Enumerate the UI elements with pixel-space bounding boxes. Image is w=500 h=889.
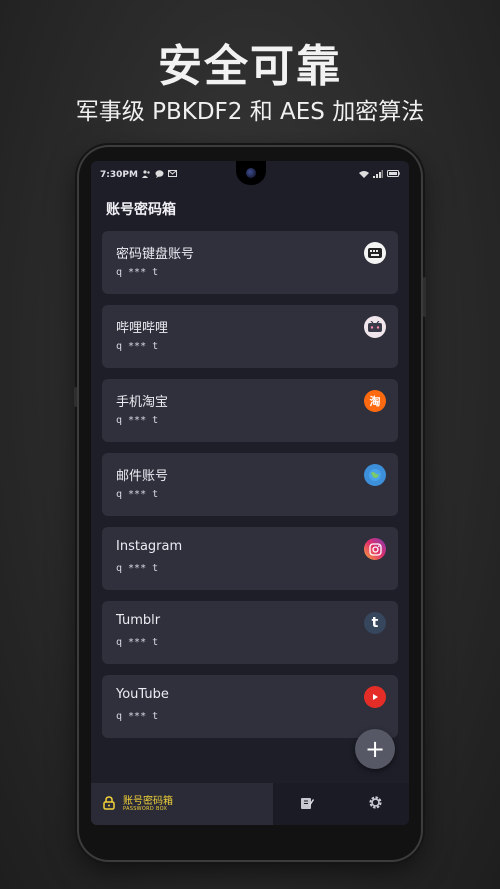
wifi-icon [359,170,369,181]
account-password: q *** t [116,267,159,278]
status-time: 7:30PM [100,170,138,180]
account-card[interactable]: YouTube q *** t [102,675,398,738]
instagram-icon [364,538,386,560]
account-card[interactable]: Tumblr q *** t t [102,601,398,664]
front-camera [246,168,256,178]
nav-tab-password-box[interactable]: 账号密码箱 PASSWORD BOX [91,783,273,825]
keyboard-app-icon [364,242,386,264]
promo-title: 安全可靠 [158,41,342,92]
mail-globe-icon [364,464,386,486]
tumblr-icon: t [364,612,386,634]
signal-icon [373,169,383,181]
battery-icon [387,170,400,180]
nav-tab-notes[interactable] [273,783,341,825]
account-password: q *** t [116,489,159,500]
phone-screen: 7:30PM 账号密码箱 密码键盘账号 q *** t 哔哩哔哩 q *** t… [91,161,409,825]
youtube-icon [364,686,386,708]
volume-button [74,387,77,407]
account-name: Tumblr [116,613,161,628]
account-card[interactable]: 邮件账号 q *** t [102,453,398,516]
taobao-icon: 淘 [364,390,386,412]
bilibili-icon [364,316,386,338]
account-card[interactable]: 哔哩哔哩 q *** t [102,305,398,368]
account-name: 手机淘宝 [116,395,169,410]
account-card[interactable]: 手机淘宝 q *** t 淘 [102,379,398,442]
chat-icon [155,169,164,181]
account-password: q *** t [116,637,159,648]
account-name: YouTube [116,687,169,702]
lock-icon [103,795,115,814]
phone-frame: 7:30PM 账号密码箱 密码键盘账号 q *** t 哔哩哔哩 q *** t… [74,147,426,860]
mail-icon [167,170,177,180]
account-password: q *** t [116,415,159,426]
account-name: 邮件账号 [116,469,169,484]
power-button [423,277,426,317]
nav-home-sublabel: PASSWORD BOX [123,805,168,812]
bottom-nav: 账号密码箱 PASSWORD BOX [91,783,409,825]
account-password: q *** t [116,563,159,574]
contacts-icon [141,169,151,181]
gear-icon [368,795,383,814]
promo-subtitle: 军事级 PBKDF2 和 AES 加密算法 [75,99,425,125]
account-password: q *** t [116,711,159,722]
account-name: 密码键盘账号 [116,247,195,262]
account-name: Instagram [116,539,183,554]
app-title: 账号密码箱 [106,202,176,218]
add-account-button[interactable]: + [355,729,395,769]
account-card[interactable]: Instagram q *** t [102,527,398,590]
account-list: 密码键盘账号 q *** t 哔哩哔哩 q *** t 手机淘宝 q *** t… [102,231,398,749]
nav-tab-settings[interactable] [341,783,409,825]
edit-note-icon [300,795,314,814]
account-name: 哔哩哔哩 [116,321,169,336]
account-password: q *** t [116,341,159,352]
account-card[interactable]: 密码键盘账号 q *** t [102,231,398,294]
